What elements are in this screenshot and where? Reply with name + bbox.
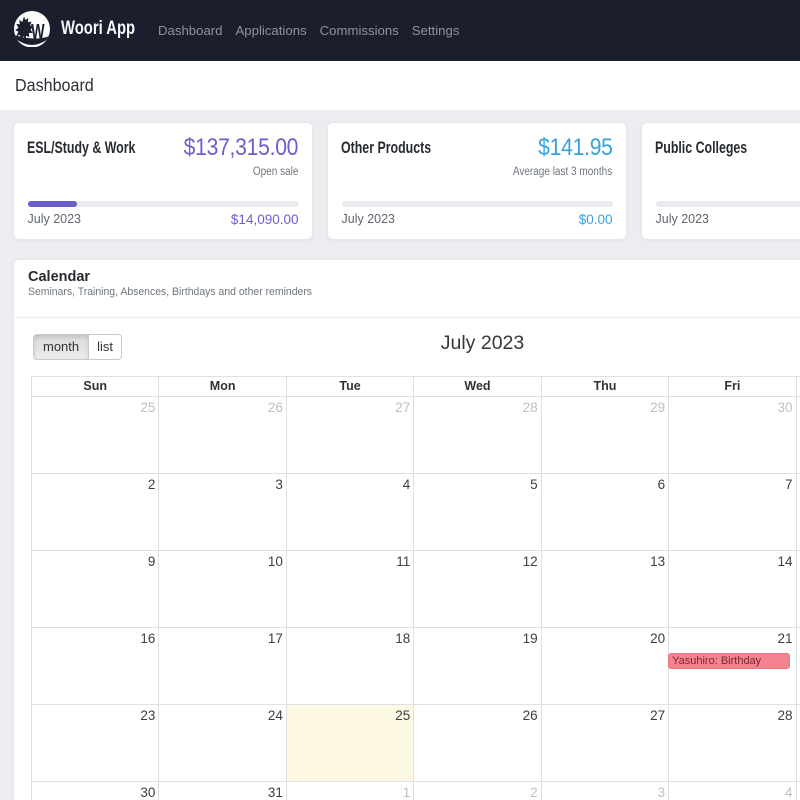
- svg-text:W: W: [31, 20, 45, 44]
